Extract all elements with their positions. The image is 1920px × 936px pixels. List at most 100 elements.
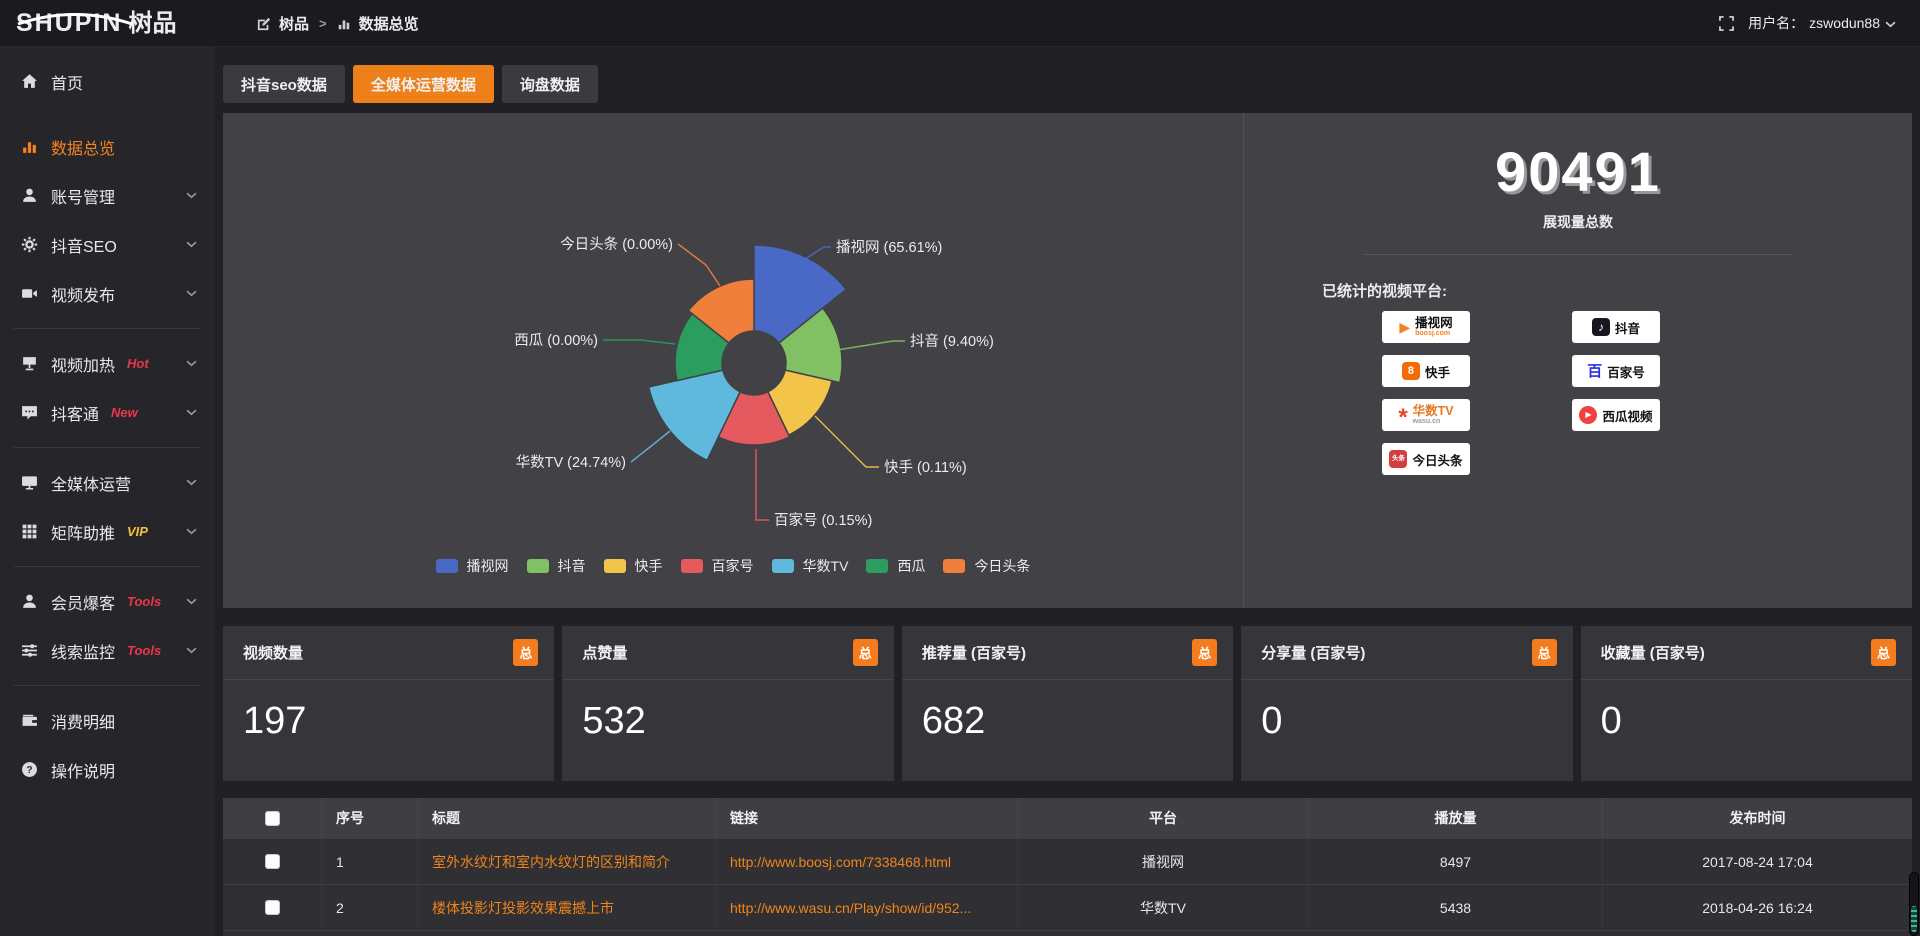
fullscreen-icon[interactable] xyxy=(1719,16,1734,31)
legend-item-抖音[interactable]: 抖音 xyxy=(527,556,586,576)
main-content: 抖音seo数据全媒体运营数据询盘数据 播视网 (65.61%)抖音 (9.40%… xyxy=(215,47,1920,936)
sidebar-item-member-baoke[interactable]: 会员爆客Tools xyxy=(0,577,215,626)
stat-card-header: 推荐量 (百家号)总 xyxy=(902,626,1233,680)
stat-card-value: 532 xyxy=(562,680,893,743)
platform-name: 快手 xyxy=(1425,362,1450,381)
table-row-1: 1室外水纹灯和室内水纹灯的区别和简介http://www.boosj.com/7… xyxy=(223,838,1912,884)
sidebar-item-douyin-seo[interactable]: 抖音SEO xyxy=(0,220,215,269)
cell-title[interactable]: 室外水纹灯和室内水纹灯的区别和简介 xyxy=(417,839,715,884)
sidebar-item-douketong[interactable]: 抖客通New xyxy=(0,388,215,437)
stat-card-header: 收藏量 (百家号) 总 xyxy=(1581,626,1912,680)
stat-card-2: 推荐量 (百家号)总682 xyxy=(902,626,1233,781)
platforms-title: 已统计的视频平台: xyxy=(1322,280,1447,301)
stat-card-value: 197 xyxy=(223,680,554,743)
breadcrumb-root[interactable]: 树品 xyxy=(279,13,309,34)
sidebar-item-consumption-detail[interactable]: 消费明细 xyxy=(0,696,215,745)
user-menu[interactable]: 用户名： zswodun88 xyxy=(1748,13,1896,33)
cell-link[interactable]: http://www.boosj.com/7338468.html xyxy=(715,839,1017,884)
legend-swatch xyxy=(772,559,794,573)
question-icon: ? xyxy=(20,761,38,778)
row-checkbox[interactable] xyxy=(265,854,280,869)
gear-icon xyxy=(20,236,38,253)
sidebar-item-tag: Hot xyxy=(127,356,149,371)
legend-swatch xyxy=(866,559,888,573)
pie-label-line-百家号 xyxy=(756,449,769,520)
kuaishou-icon: 8 xyxy=(1402,362,1420,380)
pie-label-line-华数TV xyxy=(631,431,670,462)
pie-label-line-西瓜 xyxy=(603,340,675,344)
sidebar-divider xyxy=(14,447,201,448)
breadcrumb-current[interactable]: 数据总览 xyxy=(359,13,419,34)
select-all-checkbox[interactable] xyxy=(265,811,280,826)
sidebar-item-home[interactable]: 首页 xyxy=(0,57,215,106)
toutiao-icon: 头条 xyxy=(1389,450,1407,468)
stat-card-4: 收藏量 (百家号)总0 xyxy=(1581,626,1912,781)
scrollbar-track[interactable] xyxy=(1909,872,1919,936)
summary-divider xyxy=(1364,254,1792,255)
sidebar-item-data-overview[interactable]: 数据总览 xyxy=(0,122,215,171)
stat-cards-row: 视频数量总197点赞量总532推荐量 (百家号)总682分享量 (百家号)总0收… xyxy=(223,626,1912,781)
username-label: 用户名： xyxy=(1748,13,1804,33)
cell-index: 2 xyxy=(321,885,417,930)
platform-name: 西瓜视频 xyxy=(1602,406,1652,425)
pie-label-抖音: 抖音 (9.40%) xyxy=(910,333,994,350)
legend-item-百家号[interactable]: 百家号 xyxy=(681,556,754,576)
platform-name: 今日头条 xyxy=(1412,450,1462,469)
total-impressions-label: 展现量总数 xyxy=(1244,212,1912,232)
cell-link[interactable]: http://www.wasu.cn/Play/show/id/952... xyxy=(715,885,1017,930)
sidebar-item-lead-monitor[interactable]: 线索监控Tools xyxy=(0,626,215,675)
platform-badge-快手: 8 快手 xyxy=(1382,355,1470,387)
stat-card-label: 视频数量 xyxy=(243,642,303,663)
legend-item-快手[interactable]: 快手 xyxy=(604,556,663,576)
row-checkbox[interactable] xyxy=(265,900,280,915)
sidebar-item-label: 视频加热 xyxy=(51,352,115,376)
tab-1[interactable]: 全媒体运营数据 xyxy=(353,65,494,103)
person-icon xyxy=(20,593,38,610)
stat-card-3: 分享量 (百家号)总0 xyxy=(1241,626,1572,781)
chat-icon xyxy=(20,404,38,421)
cell-views: 8497 xyxy=(1308,839,1602,884)
legend-item-播视网[interactable]: 播视网 xyxy=(436,556,509,576)
stat-card-label: 推荐量 (百家号) xyxy=(922,642,1026,663)
total-badge: 总 xyxy=(1871,639,1896,666)
sidebar-item-video-publish[interactable]: 视频发布 xyxy=(0,269,215,318)
chevron-down-icon xyxy=(186,598,197,605)
row-checkbox-cell xyxy=(223,839,321,884)
legend-label: 抖音 xyxy=(558,556,586,576)
tab-0[interactable]: 抖音seo数据 xyxy=(223,65,345,103)
legend-label: 百家号 xyxy=(712,556,754,576)
pie-slice-华数TV[interactable] xyxy=(649,370,740,460)
video-table: 序号标题链接平台播放量发布时间1室外水纹灯和室内水纹灯的区别和简介http://… xyxy=(223,798,1912,930)
stat-card-value: 0 xyxy=(1241,680,1572,743)
cell-title[interactable]: 楼体投影灯投影效果震撼上市 xyxy=(417,885,715,930)
overview-panel: 播视网 (65.61%)抖音 (9.40%)快手 (0.11%)百家号 (0.1… xyxy=(223,113,1912,608)
platform-badge-播视网: ▶播视网boosj.com xyxy=(1382,311,1470,343)
legend-item-华数TV[interactable]: 华数TV xyxy=(772,556,849,576)
tab-2[interactable]: 询盘数据 xyxy=(502,65,598,103)
sidebar-item-label: 矩阵助推 xyxy=(51,520,115,544)
total-badge: 总 xyxy=(853,639,878,666)
legend-item-今日头条[interactable]: 今日头条 xyxy=(943,556,1030,576)
platform-badge-华数TV: *华数TVwasu.cn xyxy=(1382,399,1470,431)
sidebar-item-account-management[interactable]: 账号管理 xyxy=(0,171,215,220)
wallet-icon xyxy=(20,712,38,729)
platform-badge-抖音: ♪抖音 xyxy=(1572,311,1660,343)
chart-legend: 播视网 抖音快手 百家号华数TV 西瓜今日头条 xyxy=(223,556,1243,576)
sidebar-item-matrix-boost[interactable]: 矩阵助推 VIP xyxy=(0,507,215,556)
table-row-2: 2楼体投影灯投影效果震撼上市http://www.wasu.cn/Play/sh… xyxy=(223,884,1912,930)
sidebar-item-video-heat[interactable]: 视频加热 Hot xyxy=(0,339,215,388)
legend-swatch xyxy=(943,559,965,573)
sidebar-item-tag: VIP xyxy=(127,524,148,539)
sidebar-item-all-media-operation[interactable]: 全媒体运营 xyxy=(0,458,215,507)
breadcrumb-separator: > xyxy=(319,16,327,31)
column-header-1: 标题 xyxy=(417,798,715,838)
cell-views: 5438 xyxy=(1308,885,1602,930)
pie-label-今日头条: 今日头条 (0.00%) xyxy=(560,236,673,253)
legend-item-西瓜[interactable]: 西瓜 xyxy=(866,556,925,576)
scrollbar-thumb[interactable] xyxy=(1911,906,1917,932)
cell-index: 1 xyxy=(321,839,417,884)
stat-card-label: 收藏量 (百家号) xyxy=(1601,642,1705,663)
boosj-play-icon: ▶ xyxy=(1399,320,1410,334)
sidebar-item-operation-guide[interactable]: ?操作说明 xyxy=(0,745,215,794)
pie-label-line-快手 xyxy=(815,416,879,467)
